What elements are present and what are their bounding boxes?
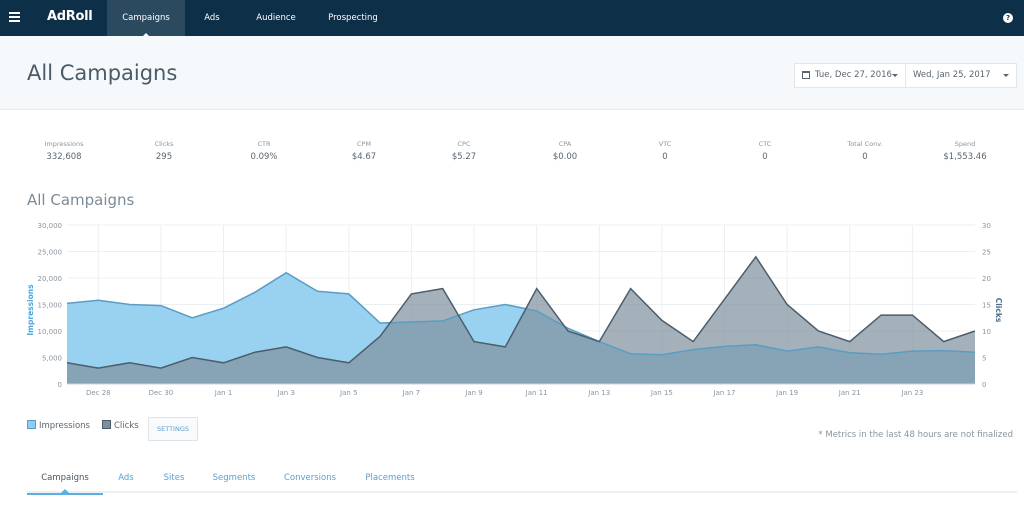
legend-clicks-label: Clicks [114,421,139,431]
stat-value: 332,608 [46,152,82,162]
caret-down-icon [1003,74,1009,77]
y-tick-label-left: 25,000 [38,249,63,257]
x-tick-label: Jan 19 [775,389,798,397]
stat-label: CTC [758,140,772,148]
nav-ads[interactable]: Ads [190,0,234,36]
x-tick-label: Jan 9 [464,389,482,397]
stat-label: CPM [356,140,372,148]
stat-label: Impressions [44,140,84,148]
performance-chart: 0 5,000 10,000 15,000 20,000 25,000 30,000 0 5 1… [26,222,1003,397]
legend-impressions-label: Impressions [39,421,90,431]
tab-campaigns[interactable]: Campaigns [27,466,103,495]
y-tick-label-left: 20,000 [38,275,63,283]
x-tick-label: Jan 7 [402,389,420,397]
tab-segments[interactable]: Segments [209,466,259,493]
stat-value: 0 [662,152,668,162]
stat-value: $5.27 [451,152,477,162]
y-tick-label-right: 5 [982,355,986,363]
y-tick-label-right: 0 [982,381,986,389]
stat-value: $1,553.46 [943,152,987,162]
x-tick-label: Jan 5 [339,389,357,397]
stat-total-conv: Total Conv. 0 [815,140,915,162]
y-axis-right: 0 5 10 15 20 25 30 [982,222,991,389]
start-date-picker[interactable]: Tue, Dec 27, 2016 [794,63,906,88]
x-tick-label: Jan 1 [214,389,232,397]
stat-value: $0.00 [552,152,578,162]
x-tick-label: Jan 17 [713,389,736,397]
top-nav-bar: AdRoll Campaigns Ads Audience Prospectin… [0,0,1024,37]
y-tick-label-left: 10,000 [38,328,63,336]
hamburger-menu-icon[interactable] [9,12,20,22]
stat-label: VTC [658,140,672,148]
x-tick-label: Dec 28 [86,389,111,397]
stat-label: CTR [257,140,271,148]
y-tick-label-right: 10 [982,328,991,336]
stat-label: Spend [954,140,976,148]
x-tick-label: Jan 3 [276,389,294,397]
clicks-swatch [102,420,111,429]
stat-cpm: CPM $4.67 [314,140,414,162]
y-tick-label-left: 15,000 [38,302,63,310]
legend-clicks[interactable]: Clicks [102,420,139,431]
start-date-value: Tue, Dec 27, 2016 [815,70,892,80]
stat-cpc: CPC $5.27 [414,140,514,162]
x-tick-label: Jan 21 [838,389,861,397]
y-tick-label-right: 20 [982,275,991,283]
nav-campaigns[interactable]: Campaigns [107,0,185,37]
calendar-icon [802,71,810,79]
x-tick-label: Dec 30 [149,389,174,397]
stats-summary: Impressions 332,608 Clicks 295 CTR 0.09% CP… [0,140,1024,170]
y-tick-label-right: 15 [982,302,991,310]
x-tick-label: Jan 23 [900,389,923,397]
tab-conversions[interactable]: Conversions [279,466,341,493]
page-header: All Campaigns Tue, Dec 27, 2016 Wed, Jan… [0,36,1024,110]
stat-vtc: VTC 0 [615,140,715,162]
tab-ads[interactable]: Ads [111,466,141,493]
stat-impressions: Impressions 332,608 [14,140,114,162]
y-tick-label-right: 30 [982,222,991,230]
y-axis-left: 0 5,000 10,000 15,000 20,000 25,000 30,000 [38,222,63,389]
adroll-logo[interactable]: AdRoll [47,9,93,24]
stat-cpa: CPA $0.00 [515,140,615,162]
nav-prospecting[interactable]: Prospecting [320,0,386,36]
settings-button[interactable]: SETTINGS [148,417,198,441]
y-tick-label-left: 5,000 [42,355,62,363]
chart-title: All Campaigns [27,191,135,209]
y-tick-label-left: 30,000 [38,222,63,230]
nav-audience[interactable]: Audience [245,0,307,36]
impressions-swatch [27,420,36,429]
stat-label: CPC [457,140,471,148]
stat-label: Clicks [154,140,174,148]
end-date-picker[interactable]: Wed, Jan 25, 2017 [906,63,1017,88]
metrics-footnote: * Metrics in the last 48 hours are not f… [818,430,1013,440]
stat-value: 0 [762,152,768,162]
y-axis-label-impressions: Impressions [26,284,35,336]
x-tick-label: Jan 13 [587,389,610,397]
chart-areas [66,255,976,385]
stat-spend: Spend $1,553.46 [915,140,1015,162]
help-icon[interactable]: ? [1003,13,1013,23]
y-tick-label-right: 25 [982,249,991,257]
tab-placements[interactable]: Placements [360,466,420,493]
y-axis-label-clicks: Clicks [994,298,1003,323]
x-tick-label: Jan 11 [525,389,548,397]
legend-impressions[interactable]: Impressions [27,420,90,431]
y-tick-label-left: 0 [58,381,62,389]
stat-ctr: CTR 0.09% [214,140,314,162]
stat-value: $4.67 [351,152,377,162]
caret-down-icon [892,74,898,77]
report-tabs: Campaigns Ads Sites Segments Conversions… [27,466,1017,495]
stat-value: 295 [155,152,173,162]
stat-clicks: Clicks 295 [114,140,214,162]
x-axis: Dec 28 Dec 30 Jan 1 Jan 3 Jan 5 Jan 7 Jan 9 Jan… [86,389,923,397]
stat-value: 0.09% [250,152,278,162]
stat-label: Total Conv. [847,140,883,148]
stat-label: CPA [558,140,572,148]
x-tick-label: Jan 15 [650,389,673,397]
page-title: All Campaigns [27,61,178,85]
end-date-value: Wed, Jan 25, 2017 [913,70,991,80]
stat-ctc: CTC 0 [715,140,815,162]
stat-value: 0 [862,152,868,162]
tab-sites[interactable]: Sites [157,466,191,493]
